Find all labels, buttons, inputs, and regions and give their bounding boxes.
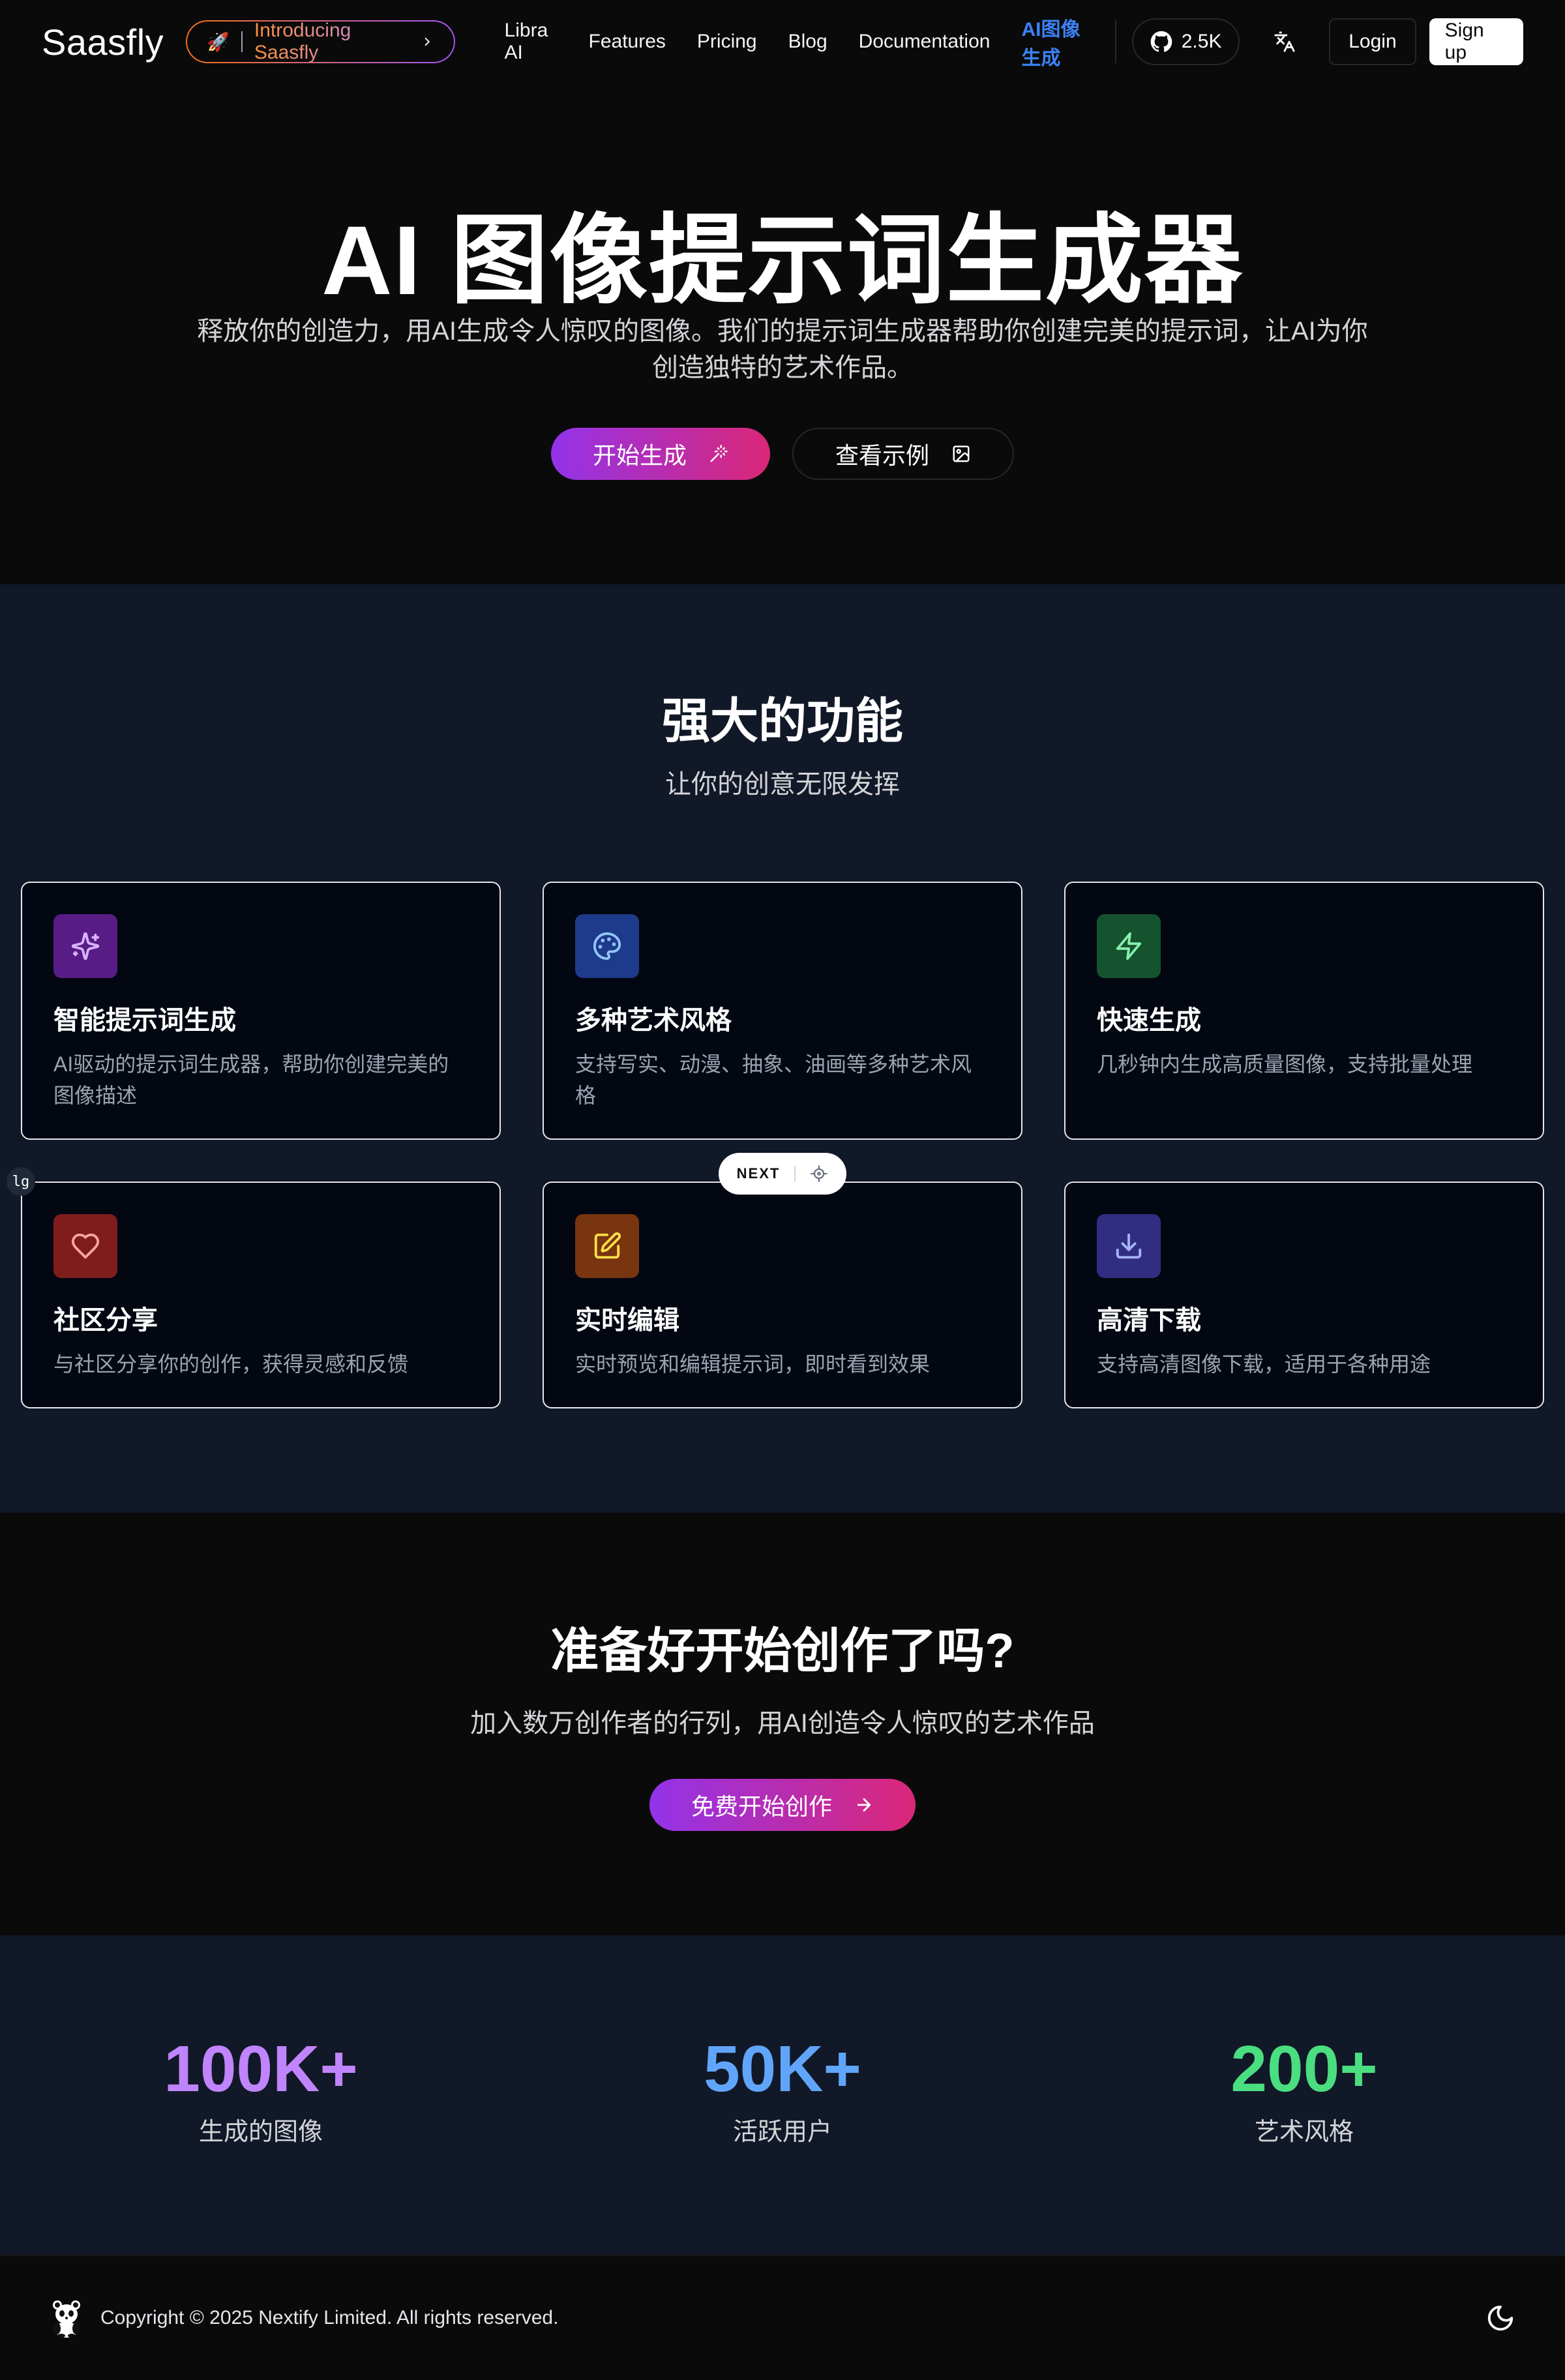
stat-label: 艺术风格 (1254, 2119, 1354, 2146)
hero-section: AI 图像提示词生成器 释放你的创造力，用AI生成令人惊叹的图像。我们的提示词生… (0, 83, 1565, 584)
cta-actions: 免费开始创作 (0, 1779, 1565, 1831)
stat-value: 100K+ (164, 2032, 358, 2105)
github-star-count: 2.5K (1181, 31, 1222, 52)
features-title: 强大的功能 (662, 694, 903, 748)
pill-divider (241, 31, 243, 52)
wand-sparkles-icon (710, 445, 728, 462)
nav-divider (1114, 20, 1116, 63)
brand-logo[interactable]: Saasfly (42, 21, 164, 63)
nav-link-blog[interactable]: Blog (788, 31, 827, 53)
rocket-icon: 🚀 (207, 31, 230, 52)
feature-description: 支持高清图像下载，适用于各种用途 (1097, 1352, 1431, 1376)
hero-subtitle: 释放你的创造力，用AI生成令人惊叹的图像。我们的提示词生成器帮助你创建完美的提示… (197, 317, 1368, 382)
next-dev-indicator[interactable]: NEXT (719, 1153, 846, 1195)
feature-description: 与社区分享你的创作，获得灵感和反馈 (53, 1352, 409, 1376)
feature-description: 实时预览和编辑提示词，即时看到效果 (575, 1352, 931, 1376)
next-dev-label: NEXT (736, 1165, 781, 1182)
nav-link-pricing[interactable]: Pricing (697, 31, 757, 53)
github-stars-button[interactable]: 2.5K (1131, 18, 1240, 65)
feature-title: 社区分享 (53, 1306, 158, 1335)
stat-value: 50K+ (704, 2032, 861, 2105)
github-icon (1150, 31, 1172, 52)
feature-title: 多种艺术风格 (575, 1006, 732, 1035)
sparkles-icon (53, 914, 117, 978)
feature-description: AI驱动的提示词生成器，帮助你创建完美的图像描述 (53, 1052, 449, 1107)
start-creating-free-button[interactable]: 免费开始创作 (649, 1779, 916, 1831)
crosshair-icon (811, 1165, 828, 1182)
feature-card-fast-generation: 快速生成 几秒钟内生成高质量图像，支持批量处理 (1064, 882, 1544, 1140)
palette-icon (575, 914, 639, 978)
moon-icon[interactable] (1485, 2303, 1515, 2333)
nav-links: Libra AI Features Pricing Blog Documenta… (505, 13, 1099, 70)
stat-images: 100K+ 生成的图像 (0, 2033, 522, 2147)
nav-link-ai-image[interactable]: AI图像生成 (1021, 13, 1099, 70)
stat-label: 生成的图像 (198, 2119, 323, 2146)
edit-icon (575, 1214, 639, 1278)
copyright-text: Copyright © 2025 Nextify Limited. All ri… (100, 2307, 559, 2328)
feature-card-community: 社区分享 与社区分享你的创作，获得灵感和反馈 (21, 1182, 501, 1408)
footer: Copyright © 2025 Nextify Limited. All ri… (0, 2255, 1565, 2380)
feature-title: 实时编辑 (575, 1306, 679, 1335)
heart-icon (53, 1214, 117, 1278)
hero-actions: 开始生成 查看示例 (0, 428, 1565, 480)
nav-link-features[interactable]: Features (589, 31, 666, 53)
features-section: 强大的功能 让你的创意无限发挥 智能提示词生成 AI驱动的提示词生成器，帮助你创… (0, 584, 1565, 1513)
stat-label: 活跃用户 (732, 2119, 832, 2146)
feature-card-realtime-edit: 实时编辑 实时预览和编辑提示词，即时看到效果 (543, 1182, 1022, 1408)
hero-title: AI 图像提示词生成器 (321, 205, 1244, 315)
view-examples-button[interactable]: 查看示例 (792, 428, 1015, 480)
feature-title: 快速生成 (1097, 1006, 1201, 1035)
cta-subtitle: 加入数万创作者的行列，用AI创造令人惊叹的艺术作品 (470, 1709, 1095, 1738)
arrow-right-icon (857, 1798, 871, 1812)
language-switch-button[interactable] (1266, 22, 1303, 61)
breakpoint-indicator: lg (7, 1167, 35, 1196)
start-creating-free-label: 免费开始创作 (691, 1793, 832, 1820)
stats-section: 100K+ 生成的图像 50K+ 活跃用户 200+ 艺术风格 (0, 1935, 1565, 2255)
feature-description: 几秒钟内生成高质量图像，支持批量处理 (1097, 1052, 1473, 1076)
feature-card-smart-prompt: 智能提示词生成 AI驱动的提示词生成器，帮助你创建完美的图像描述 (21, 882, 501, 1140)
nav-link-libra-ai[interactable]: Libra AI (505, 20, 558, 64)
introducing-text: Introducing Saasfly (254, 20, 409, 64)
panda-logo-icon (53, 2300, 80, 2338)
feature-title: 智能提示词生成 (53, 1006, 236, 1035)
cta-title: 准备好开始创作了吗? (550, 1624, 1015, 1678)
translate-icon (1274, 31, 1295, 52)
start-generating-label: 开始生成 (592, 442, 687, 469)
top-nav: Saasfly 🚀 Introducing Saasfly Libra AI F… (0, 0, 1565, 83)
view-examples-label: 查看示例 (835, 442, 930, 469)
stat-value: 200+ (1230, 2032, 1378, 2105)
image-icon (953, 445, 970, 462)
feature-description: 支持写实、动漫、抽象、油画等多种艺术风格 (575, 1052, 972, 1107)
introducing-pill[interactable]: 🚀 Introducing Saasfly (186, 20, 455, 63)
cta-section: 准备好开始创作了吗? 加入数万创作者的行列，用AI创造令人惊叹的艺术作品 免费开… (0, 1513, 1565, 1935)
features-subtitle: 让你的创意无限发挥 (665, 770, 900, 799)
stat-users: 50K+ 活跃用户 (522, 2033, 1043, 2147)
stat-styles: 200+ 艺术风格 (1043, 2033, 1565, 2147)
login-button[interactable]: Login (1329, 18, 1416, 65)
chevron-right-icon (425, 37, 430, 46)
next-dev-divider (794, 1166, 796, 1182)
signup-button[interactable]: Sign up (1429, 18, 1523, 65)
feature-card-hd-download: 高清下载 支持高清图像下载，适用于各种用途 (1064, 1182, 1544, 1408)
zap-icon (1097, 914, 1161, 978)
feature-card-art-styles: 多种艺术风格 支持写实、动漫、抽象、油画等多种艺术风格 (543, 882, 1022, 1140)
feature-title: 高清下载 (1097, 1306, 1201, 1335)
download-icon (1097, 1214, 1161, 1278)
start-generating-button[interactable]: 开始生成 (550, 428, 770, 480)
nav-link-documentation[interactable]: Documentation (859, 31, 991, 53)
